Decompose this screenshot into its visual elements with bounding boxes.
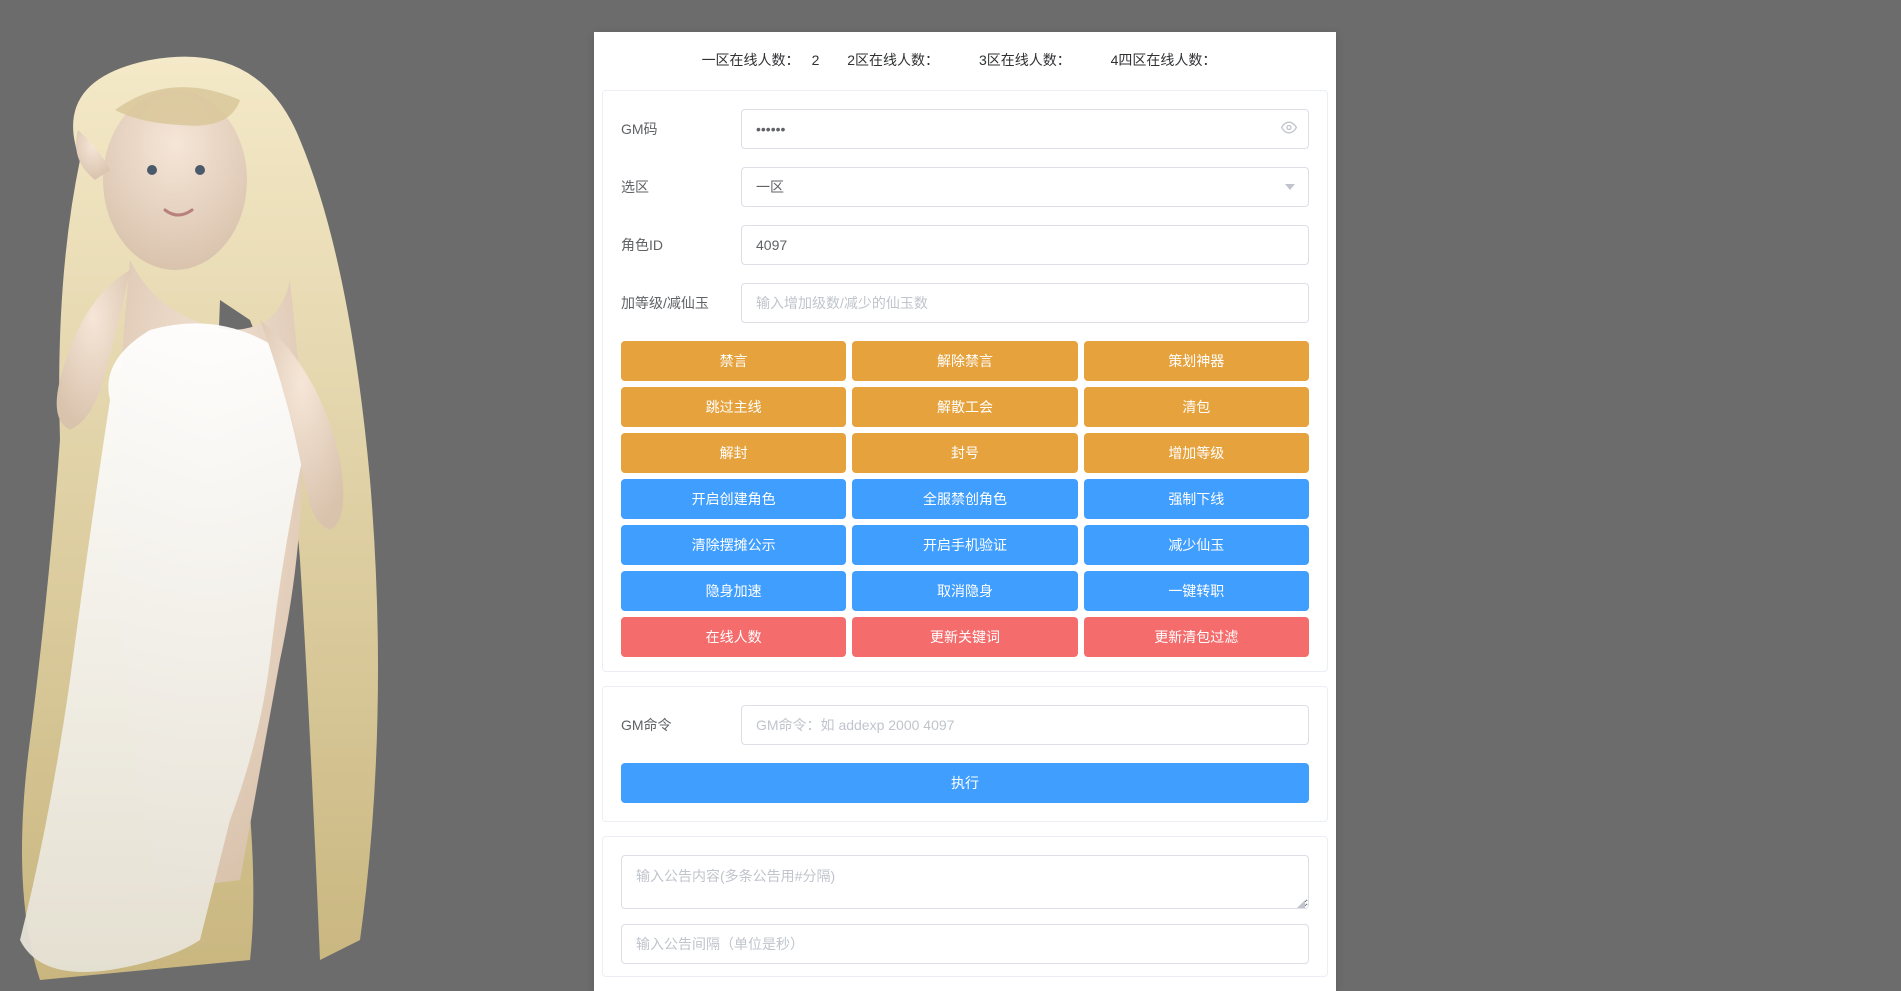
skip-mainline-button[interactable]: 跳过主线 bbox=[621, 387, 846, 427]
role-id-input[interactable] bbox=[741, 225, 1309, 265]
notice-card bbox=[602, 836, 1328, 977]
one-key-class-change-button[interactable]: 一键转职 bbox=[1084, 571, 1309, 611]
gm-cmd-label: GM命令 bbox=[621, 715, 741, 735]
zone3-stats: 3区在线人数： bbox=[973, 52, 1089, 68]
notice-content-textarea[interactable] bbox=[621, 855, 1309, 909]
unmute-button[interactable]: 解除禁言 bbox=[852, 341, 1077, 381]
reduce-jade-button[interactable]: 减少仙玉 bbox=[1084, 525, 1309, 565]
cancel-stealth-button[interactable]: 取消隐身 bbox=[852, 571, 1077, 611]
zone2-stats: 2区在线人数： bbox=[841, 52, 957, 68]
dissolve-guild-button[interactable]: 解散工会 bbox=[852, 387, 1077, 427]
enable-phone-verify-button[interactable]: 开启手机验证 bbox=[852, 525, 1077, 565]
unban-button[interactable]: 解封 bbox=[621, 433, 846, 473]
stealth-speed-button[interactable]: 隐身加速 bbox=[621, 571, 846, 611]
gm-panel: 一区在线人数：2 2区在线人数： 3区在线人数： 4四区在线人数： GM码 选区… bbox=[594, 32, 1336, 991]
force-offline-button[interactable]: 强制下线 bbox=[1084, 479, 1309, 519]
gm-code-input[interactable] bbox=[741, 109, 1309, 149]
clear-stall-notice-button[interactable]: 清除摆摊公示 bbox=[621, 525, 846, 565]
zone4-stats: 4四区在线人数： bbox=[1105, 52, 1235, 68]
gm-cmd-input[interactable] bbox=[741, 705, 1309, 745]
add-level-button[interactable]: 增加等级 bbox=[1084, 433, 1309, 473]
zone1-stats: 一区在线人数：2 bbox=[696, 52, 826, 68]
character-image bbox=[0, 20, 420, 980]
online-stats-bar: 一区在线人数：2 2区在线人数： 3区在线人数： 4四区在线人数： bbox=[594, 32, 1336, 90]
clear-bag-button[interactable]: 清包 bbox=[1084, 387, 1309, 427]
mute-button[interactable]: 禁言 bbox=[621, 341, 846, 381]
level-jade-input[interactable] bbox=[741, 283, 1309, 323]
zone-select-label: 选区 bbox=[621, 177, 741, 197]
update-keywords-button[interactable]: 更新关键词 bbox=[852, 617, 1077, 657]
level-jade-label: 加等级/减仙玉 bbox=[621, 293, 741, 313]
ban-button[interactable]: 封号 bbox=[852, 433, 1077, 473]
gm-command-card: GM命令 执行 bbox=[602, 686, 1328, 822]
notice-interval-input[interactable] bbox=[621, 924, 1309, 964]
online-count-button[interactable]: 在线人数 bbox=[621, 617, 846, 657]
execute-button[interactable]: 执行 bbox=[621, 763, 1309, 803]
disable-create-role-all-button[interactable]: 全服禁创角色 bbox=[852, 479, 1077, 519]
gm-form-card: GM码 选区 角色ID 加等级/减仙玉 bbox=[602, 90, 1328, 672]
gm-code-label: GM码 bbox=[621, 119, 741, 139]
zone-select[interactable] bbox=[741, 167, 1309, 207]
eye-icon[interactable] bbox=[1281, 120, 1297, 139]
enable-create-role-button[interactable]: 开启创建角色 bbox=[621, 479, 846, 519]
update-clearbag-filter-button[interactable]: 更新清包过滤 bbox=[1084, 617, 1309, 657]
role-id-label: 角色ID bbox=[621, 235, 741, 255]
gm-artifact-button[interactable]: 策划神器 bbox=[1084, 341, 1309, 381]
